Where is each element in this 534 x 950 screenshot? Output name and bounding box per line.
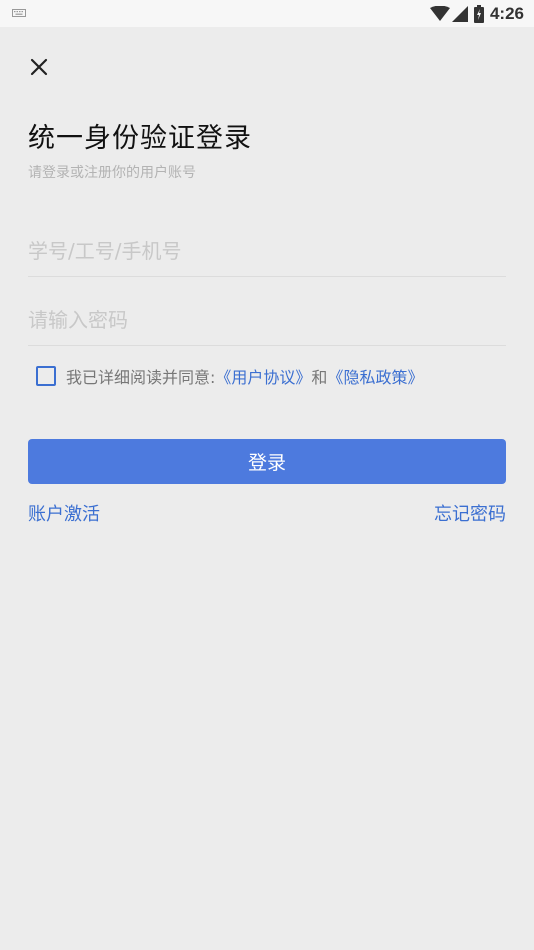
close-button[interactable] [26,54,52,80]
signal-icon [451,6,468,22]
page-subtitle: 请登录或注册你的用户账号 [28,165,196,181]
agreement-checkbox[interactable] [36,366,56,386]
password-field-container [28,295,506,346]
login-button[interactable]: 登录 [28,439,506,484]
account-field-container [28,226,506,277]
status-icons: 4:26 [429,3,524,25]
account-input[interactable] [28,226,506,276]
privacy-policy-link[interactable]: 《隐私政策》 [327,364,423,388]
close-icon [30,58,48,76]
wifi-icon [429,6,450,21]
page-title: 统一身份验证登录 [28,123,252,154]
agreement-prefix: 我已详细阅读并同意: [66,368,216,387]
agreement-row: 我已详细阅读并同意: 《用户协议》 和 《隐私政策》 [36,364,423,388]
password-input[interactable] [28,295,506,345]
status-bar: 4:26 [0,0,534,27]
battery-icon [473,5,484,23]
status-time: 4:26 [489,4,524,23]
agreement-and: 和 [311,368,328,387]
forgot-password-link[interactable]: 忘记密码 [434,500,506,526]
account-activate-link[interactable]: 账户激活 [28,500,100,526]
keyboard-icon [12,9,26,17]
user-agreement-link[interactable]: 《用户协议》 [215,364,311,388]
